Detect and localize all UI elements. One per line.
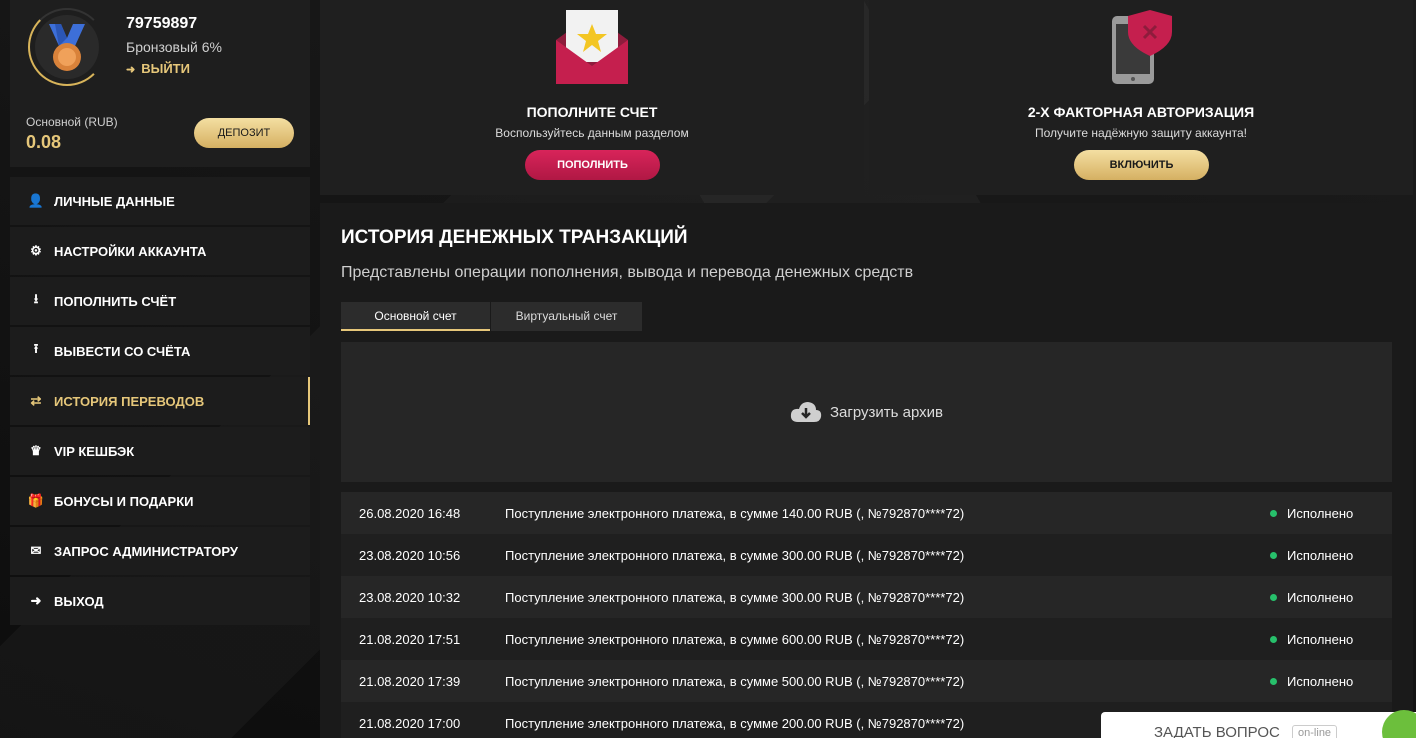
balance-label: Основной (RUB) [26, 115, 118, 129]
status-dot [1270, 677, 1277, 685]
status-text: Исполнено [1287, 631, 1354, 647]
two-factor-card: 2-Х ФАКТОРНАЯ АВТОРИЗАЦИЯ Получите надёж… [869, 0, 1413, 195]
table-row: 21.08.2020 17:39 Поступление электронног… [341, 660, 1392, 702]
download-archive-button[interactable]: Загрузить архив [341, 342, 1392, 482]
transaction-history-panel: ИСТОРИЯ ДЕНЕЖНЫХ ТРАНЗАКЦИЙ Представлены… [320, 203, 1413, 738]
sidebar-item-logout[interactable]: ➜ ВЫХОД [10, 577, 310, 625]
status-dot [1270, 509, 1277, 517]
transaction-list: 26.08.2020 16:48 Поступление электронног… [341, 492, 1392, 738]
two-factor-card-subtitle: Получите надёжную защиту аккаунта! [1034, 126, 1247, 140]
sidebar-item-bonuses[interactable]: 🎁 БОНУСЫ И ПОДАРКИ [10, 477, 310, 525]
user-level: Бронзовый 6% [126, 39, 222, 55]
user-plus-icon: 👤 [27, 193, 45, 208]
status-dot [1270, 593, 1277, 601]
crown-icon: ♛ [30, 443, 42, 458]
tab-main-account[interactable]: Основной счет [341, 302, 490, 331]
deposit-button[interactable]: ДЕПОЗИТ [194, 118, 294, 148]
envelope-star-icon [556, 10, 628, 84]
sidebar-item-vip-cashback[interactable]: ♛ VIP КЕШБЭК [10, 427, 310, 475]
envelope-icon: ✉ [30, 543, 42, 558]
cloud-download-icon [790, 402, 822, 422]
sign-out-icon: ➜ [30, 593, 42, 608]
sidebar-item-personal-data[interactable]: 👤 ЛИЧНЫЕ ДАННЫЕ [10, 177, 310, 225]
table-row: 21.08.2020 17:51 Поступление электронног… [341, 618, 1392, 660]
table-row: 23.08.2020 10:56 Поступление электронног… [341, 534, 1392, 576]
upload-icon: ⭱ [33, 341, 39, 356]
balance-value: 0.08 [26, 132, 62, 152]
account-tabs: Основной счет Виртуальный счет [341, 302, 642, 331]
page-title: ИСТОРИЯ ДЕНЕЖНЫХ ТРАНЗАКЦИЙ [341, 227, 688, 248]
user-id: 79759897 [126, 15, 198, 32]
status-text: Исполнено [1287, 505, 1354, 521]
transfer-icon: ⇄ [30, 393, 42, 408]
chat-expand-icon[interactable] [1382, 710, 1416, 738]
profile-panel: 79759897 Бронзовый 6% ➜ ВЫЙТИ Основной (R… [10, 0, 310, 167]
sidebar-item-deposit[interactable]: ⭳ ПОПОЛНИТЬ СЧЁТ [10, 277, 310, 325]
status-text: Исполнено [1287, 589, 1354, 605]
sidebar-item-withdraw[interactable]: ⭱ ВЫВЕСТИ СО СЧЁТА [10, 327, 310, 375]
phone-shield-icon [1112, 10, 1172, 84]
enable-2fa-button[interactable]: ВКЛЮЧИТЬ [1074, 150, 1209, 180]
table-row: 26.08.2020 16:48 Поступление электронног… [341, 492, 1392, 534]
deposit-card-title: ПОПОЛНИТЕ СЧЕТ [526, 104, 658, 120]
sidebar-menu: 👤 ЛИЧНЫЕ ДАННЫЕ ⚙ НАСТРОЙКИ АККАУНТА ⭳ П… [10, 177, 310, 625]
ask-question-widget[interactable]: ЗАДАТЬ ВОПРОС on-line [1101, 710, 1416, 738]
deposit-card: ПОПОЛНИТЕ СЧЕТ Воспользуйтесь данным раз… [320, 0, 864, 195]
deposit-card-subtitle: Воспользуйтесь данным разделом [495, 126, 689, 140]
page-description: Представлены операции пополнения, вывода… [341, 264, 914, 281]
sidebar-item-account-settings[interactable]: ⚙ НАСТРОЙКИ АККАУНТА [10, 227, 310, 275]
gift-icon: 🎁 [27, 493, 45, 508]
sidebar-item-admin-request[interactable]: ✉ ЗАПРОС АДМИНИСТРАТОРУ [10, 527, 310, 575]
download-icon: ⭳ [33, 291, 39, 306]
top-up-button[interactable]: ПОПОЛНИТЬ [525, 150, 660, 180]
bronze-medal-icon [49, 24, 85, 71]
sidebar: 79759897 Бронзовый 6% ➜ ВЫЙТИ Основной (R… [10, 0, 310, 627]
table-row: 23.08.2020 10:32 Поступление электронног… [341, 576, 1392, 618]
gears-icon: ⚙ [30, 243, 42, 258]
tab-virtual-account[interactable]: Виртуальный счет [491, 302, 642, 331]
two-factor-card-title: 2-Х ФАКТОРНАЯ АВТОРИЗАЦИЯ [1027, 104, 1255, 120]
logout-link[interactable]: ➜ ВЫЙТИ [126, 61, 190, 76]
sign-out-icon: ➜ [126, 64, 136, 76]
ask-question-label: ЗАДАТЬ ВОПРОС [1154, 724, 1280, 738]
status-dot [1270, 635, 1277, 643]
avatar [28, 8, 116, 86]
status-dot [1270, 551, 1277, 559]
status-text: Исполнено [1287, 547, 1354, 563]
sidebar-item-transfer-history[interactable]: ⇄ ИСТОРИЯ ПЕРЕВОДОВ [10, 377, 310, 425]
online-status-badge: on-line [1292, 725, 1338, 738]
status-text: Исполнено [1287, 673, 1354, 689]
